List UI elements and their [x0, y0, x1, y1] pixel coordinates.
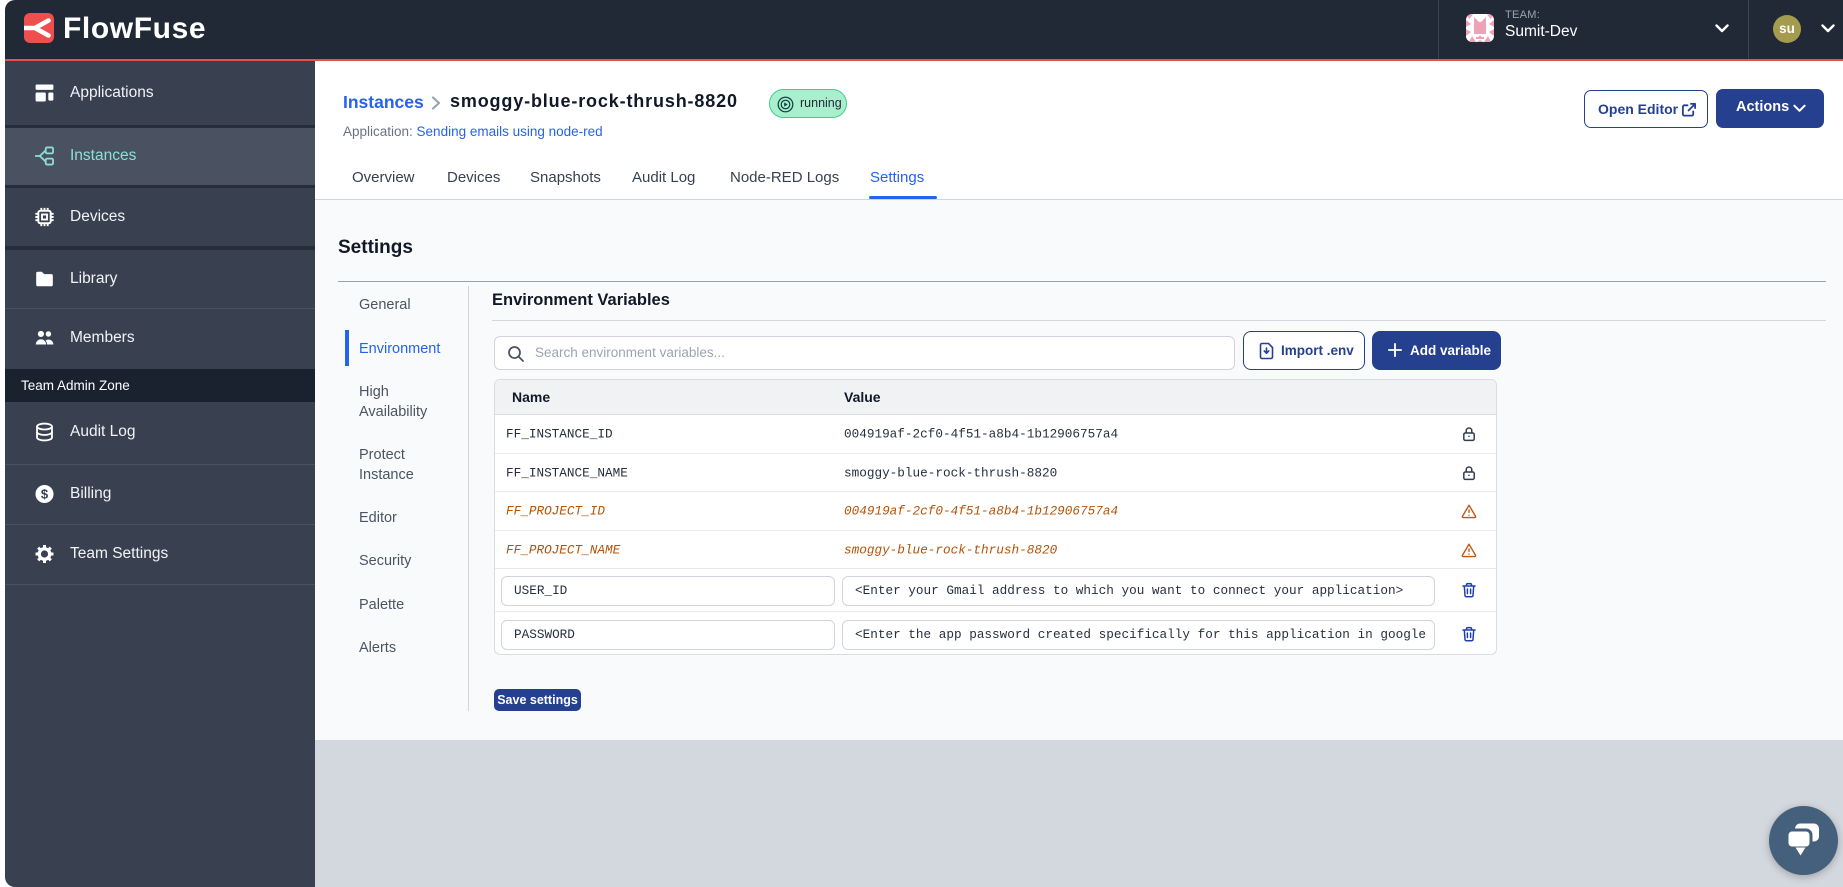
svg-text:$: $ — [41, 486, 49, 501]
